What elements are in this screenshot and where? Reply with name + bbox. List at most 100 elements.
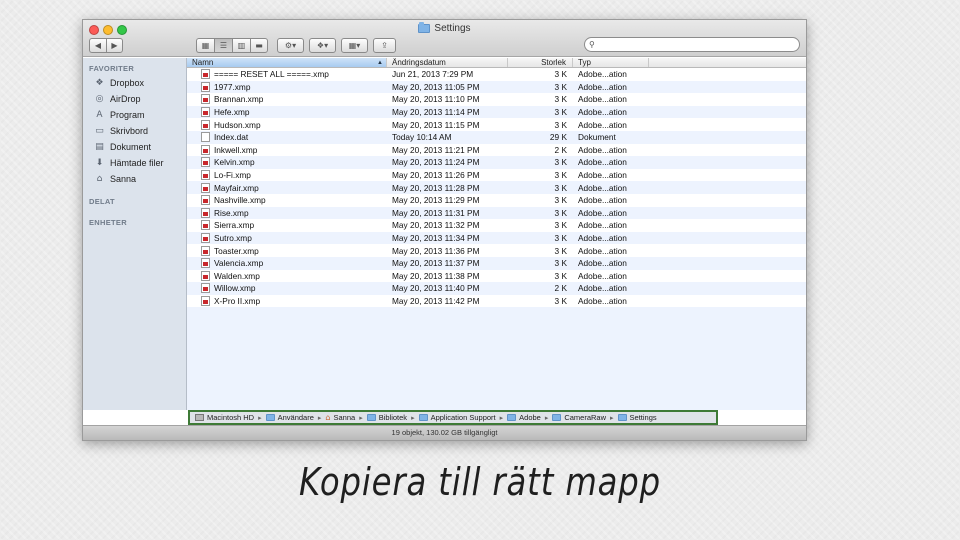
sidebar-item-label: AirDrop <box>110 94 141 104</box>
column-header-size[interactable]: Storlek <box>508 58 573 67</box>
file-date: May 20, 2013 11:38 PM <box>392 270 480 281</box>
path-segment[interactable]: Användare <box>265 413 314 422</box>
share-button[interactable]: ⇪ <box>373 37 396 53</box>
path-separator-icon: ▸ <box>317 414 322 422</box>
table-row[interactable]: Sutro.xmp May 20, 2013 11:34 PM 3 K Adobe..… <box>187 231 806 245</box>
table-row[interactable]: Willow.xmp May 20, 2013 11:40 PM 2 K Adobe.… <box>187 282 806 295</box>
path-segment[interactable]: Macintosh HD <box>195 413 254 422</box>
file-name: Nashville.xmp <box>214 195 266 206</box>
path-segment[interactable]: Adobe <box>507 413 541 422</box>
xmp-file-icon <box>201 207 210 218</box>
empty-row <box>187 319 806 333</box>
column-header-type[interactable]: Typ <box>573 58 649 67</box>
sidebar-item-airdrop[interactable]: ◎ AirDrop <box>83 91 186 107</box>
column-view-button[interactable]: ▥ <box>232 37 250 53</box>
table-row[interactable]: Lo-Fi.xmp May 20, 2013 11:26 PM 3 K Adobe..… <box>187 169 806 182</box>
path-segment[interactable]: CameraRaw <box>552 413 606 422</box>
file-list: Namn ▲ Ändringsdatum Storlek Typ ===== R… <box>187 58 806 410</box>
table-row[interactable]: Nashville.xmp May 20, 2013 11:29 PM 3 K Ado… <box>187 194 806 207</box>
search-field[interactable]: ⚲ <box>584 37 800 52</box>
file-size: 3 K <box>554 195 567 206</box>
action-menu-button[interactable]: ⚙▾ <box>277 37 304 53</box>
path-segment-label: CameraRaw <box>564 413 607 422</box>
table-row[interactable]: 1977.xmp May 20, 2013 11:05 PM 3 K Adobe...… <box>187 80 806 94</box>
back-forward-control: ◀ ▶ <box>89 37 123 53</box>
file-name-cell: Valencia.xmp <box>187 258 387 269</box>
file-name: Index.dat <box>214 132 249 143</box>
path-segment[interactable]: ⌂ Sanna <box>325 413 355 422</box>
table-row[interactable]: Kelvin.xmp May 20, 2013 11:24 PM 3 K Adobe.… <box>187 156 806 169</box>
file-date: May 20, 2013 11:14 PM <box>392 107 480 118</box>
sidebar-item-label: Dokument <box>110 142 152 152</box>
file-name: ===== RESET ALL =====.xmp <box>214 69 329 80</box>
file-type: Adobe...ation <box>578 119 627 130</box>
table-row[interactable]: Sierra.xmp May 20, 2013 11:32 PM 3 K Adobe.… <box>187 219 806 232</box>
file-date: May 20, 2013 11:36 PM <box>392 245 480 256</box>
file-type: Dokument <box>578 132 616 143</box>
file-type: Adobe...ation <box>578 94 627 105</box>
file-name-cell: Hefe.xmp <box>187 107 387 118</box>
file-date: May 20, 2013 11:10 PM <box>392 94 480 105</box>
table-row[interactable]: Valencia.xmp May 20, 2013 11:37 PM 3 K Adob… <box>187 256 806 270</box>
arrange-icon: ▦▾ <box>348 40 361 50</box>
table-row[interactable]: Mayfair.xmp May 20, 2013 11:28 PM 3 K Adobe… <box>187 181 806 194</box>
sidebar-item-label: Dropbox <box>110 78 145 88</box>
table-row[interactable]: Hefe.xmp May 20, 2013 11:14 PM 3 K Adobe...… <box>187 105 806 119</box>
sidebar-section-favorites: FAVORITER <box>89 64 135 73</box>
coverflow-view-button[interactable]: ▬ <box>250 37 268 53</box>
table-row[interactable]: ===== RESET ALL =====.xmp Jun 21, 2013 7:… <box>187 68 806 81</box>
file-date: May 20, 2013 11:28 PM <box>392 182 480 193</box>
file-name: Valencia.xmp <box>214 258 264 269</box>
sidebar-section-devices[interactable]: ENHETER <box>83 214 186 229</box>
path-segment[interactable]: Bibliotek <box>366 413 407 422</box>
back-button[interactable]: ◀ <box>89 37 106 53</box>
table-row[interactable]: Toaster.xmp May 20, 2013 11:36 PM 3 K Adobe… <box>187 244 806 257</box>
file-name: Walden.xmp <box>214 270 260 281</box>
column-header-name[interactable]: Namn ▲ <box>187 58 387 67</box>
sidebar-item-dokument[interactable]: ▤ Dokument <box>83 139 186 155</box>
table-row[interactable]: Rise.xmp May 20, 2013 11:31 PM 3 K Adobe...… <box>187 206 806 220</box>
xmp-file-icon <box>201 220 210 231</box>
arrange-menu-button[interactable]: ▦▾ <box>341 37 368 53</box>
search-input[interactable] <box>597 40 799 49</box>
xmp-file-icon <box>201 258 210 269</box>
sidebar-item-sanna[interactable]: ⌂ Sanna <box>83 171 186 187</box>
empty-row <box>187 345 806 358</box>
list-view-button[interactable]: ☰ <box>214 37 232 53</box>
file-size: 2 K <box>554 283 567 294</box>
path-segment[interactable]: Settings <box>617 413 657 422</box>
table-row[interactable]: Hudson.xmp May 20, 2013 11:15 PM 3 K Adobe.… <box>187 118 806 131</box>
applications-icon: A <box>96 110 103 120</box>
sidebar-item-skrivbord[interactable]: ▭ Skrivbord <box>83 123 186 139</box>
path-segment-label: Application Support <box>430 413 496 422</box>
file-size: 3 K <box>554 295 567 306</box>
sidebar-section-shared[interactable]: DELAT <box>83 193 186 208</box>
table-row[interactable]: Inkwell.xmp May 20, 2013 11:21 PM 2 K Adobe… <box>187 144 806 157</box>
icon-view-button[interactable]: ▦ <box>196 37 214 53</box>
file-name: Hudson.xmp <box>214 119 261 130</box>
path-segment[interactable]: Application Support <box>418 413 496 422</box>
xmp-file-icon <box>201 182 210 193</box>
title-bar[interactable]: Settings ◀ ▶ ▦ ☰ ▥ ▬ ⚙▾ ❖▾ ▦▾ ⇪ ⚲ <box>83 20 806 57</box>
table-row[interactable]: Index.dat Today 10:14 AM 29 K Dokument <box>187 130 806 144</box>
file-name-cell: ===== RESET ALL =====.xmp <box>187 69 387 80</box>
file-date: May 20, 2013 11:40 PM <box>392 283 480 294</box>
toolbar: ◀ ▶ ▦ ☰ ▥ ▬ ⚙▾ ❖▾ ▦▾ ⇪ ⚲ <box>89 37 802 53</box>
sidebar-item-dropbox[interactable]: ❖ Dropbox <box>83 75 186 91</box>
forward-button[interactable]: ▶ <box>106 37 123 53</box>
column-header-date[interactable]: Ändringsdatum <box>387 58 508 67</box>
sidebar-item-program[interactable]: A Program <box>83 107 186 123</box>
xmp-file-icon <box>201 119 210 130</box>
table-row[interactable]: Brannan.xmp May 20, 2013 11:10 PM 3 K Adobe… <box>187 93 806 106</box>
table-row[interactable]: Walden.xmp May 20, 2013 11:38 PM 3 K Adobe.… <box>187 270 806 283</box>
file-name: X-Pro II.xmp <box>214 295 261 306</box>
file-name-cell: Sierra.xmp <box>187 220 387 231</box>
hard-drive-icon <box>195 414 204 421</box>
table-row[interactable]: X-Pro II.xmp May 20, 2013 11:42 PM 3 K Adob… <box>187 295 806 308</box>
home-icon: ⌂ <box>96 174 103 184</box>
file-type: Adobe...ation <box>578 144 627 155</box>
sidebar-item-label: Hämtade filer <box>110 158 164 168</box>
sidebar-item-hamtade-filer[interactable]: ⬇ Hämtade filer <box>83 155 186 171</box>
dropbox-menu-button[interactable]: ❖▾ <box>309 37 336 53</box>
home-icon: ⌂ <box>325 413 331 422</box>
